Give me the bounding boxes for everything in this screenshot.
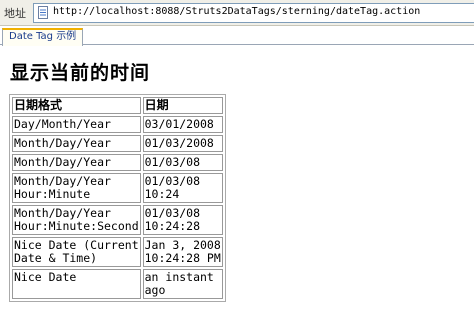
table-row: Month/Day/Year Hour:Minute:Second 01/03/… — [12, 205, 223, 235]
url-field[interactable]: http://localhost:8088/Struts2DataTags/st… — [33, 3, 474, 23]
date-cell: Jan 3, 2008 10:24:28 PM — [142, 237, 223, 267]
tab-strip: Date Tag 示例 — [0, 26, 474, 46]
table-row: Month/Day/Year 01/03/2008 — [12, 135, 223, 152]
header-date: 日期 — [142, 97, 223, 114]
url-text: http://localhost:8088/Struts2DataTags/st… — [53, 6, 421, 17]
page-icon — [38, 6, 48, 19]
date-cell: 01/03/08 — [142, 154, 223, 171]
format-cell: Month/Day/Year — [12, 154, 141, 171]
format-cell: Month/Day/Year Hour:Minute:Second — [12, 205, 141, 235]
page-title: 显示当前的时间 — [10, 62, 151, 84]
table-row: Month/Day/Year Hour:Minute 01/03/08 10:2… — [12, 173, 223, 203]
table-row: Nice Date (Current Date & Time) Jan 3, 2… — [12, 237, 223, 267]
date-cell: 01/03/08 10:24:28 — [142, 205, 223, 235]
table-header-row: 日期格式 日期 — [12, 97, 223, 114]
table-row: Day/Month/Year 03/01/2008 — [12, 116, 223, 133]
date-table: 日期格式 日期 Day/Month/Year 03/01/2008 Month/… — [9, 94, 226, 302]
table-row: Nice Date an instant ago — [12, 269, 223, 299]
date-cell: an instant ago — [142, 269, 223, 299]
table-row: Month/Day/Year 01/03/08 — [12, 154, 223, 171]
date-cell: 01/03/08 10:24 — [142, 173, 223, 203]
page-content: 显示当前的时间 — [10, 58, 150, 85]
format-cell: Nice Date (Current Date & Time) — [12, 237, 141, 267]
address-label: 地址 — [4, 7, 26, 20]
format-cell: Nice Date — [12, 269, 141, 299]
date-cell: 03/01/2008 — [142, 116, 223, 133]
format-cell: Month/Day/Year — [12, 135, 141, 152]
address-bar: 地址 http://localhost:8088/Struts2DataTags… — [0, 0, 474, 26]
tab-date-tag[interactable]: Date Tag 示例 — [2, 28, 84, 46]
date-cell: 01/03/2008 — [142, 135, 223, 152]
format-cell: Month/Day/Year Hour:Minute — [12, 173, 141, 203]
format-cell: Day/Month/Year — [12, 116, 141, 133]
header-format: 日期格式 — [12, 97, 141, 114]
